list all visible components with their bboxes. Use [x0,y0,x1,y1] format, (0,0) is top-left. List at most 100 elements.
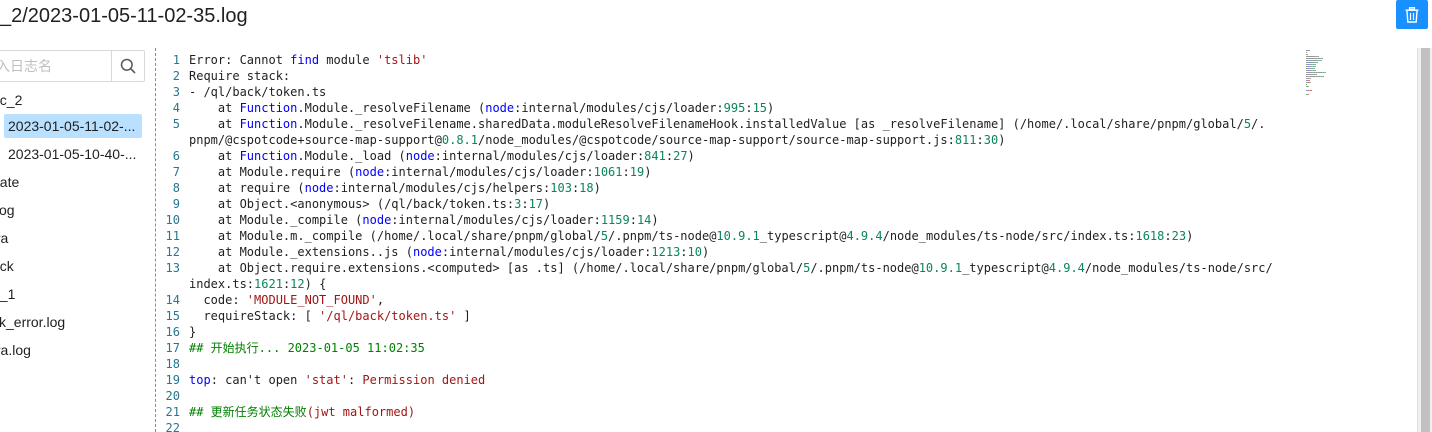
delete-button[interactable] [1396,0,1428,29]
log-token: 30 [983,133,999,147]
log-search-input[interactable] [0,51,111,81]
log-file-title: c_2/2023-01-05-11-02-35.log [0,5,248,27]
log-line-text: at Function.Module._resolveFilename (nod… [189,100,774,116]
minimap-mark [1307,94,1309,95]
log-token: 4.9.4 [846,229,883,243]
log-token: 'stat' [304,373,348,387]
log-tree-node[interactable]: sk_error.log [0,310,65,334]
log-line: 8 at require (node:internal/modules/cjs/… [158,180,1298,196]
editor-scrollbar-thumb[interactable] [1421,48,1430,432]
log-tree-node[interactable]: tra.log [0,338,31,362]
log-token: :internal/modules/cjs/loader: [391,213,601,227]
log-tree-node[interactable]: 2023-01-05-10-40-... [8,142,136,166]
log-token: _typescript@ [962,261,1049,275]
log-token: : [629,213,637,227]
log-header: c_2/2023-01-05-11-02-35.log [0,0,1432,34]
log-line: 6 at Function.Module._load (node:interna… [158,148,1298,164]
minimap-mark [1315,64,1316,65]
log-tree-node[interactable]: date [0,170,19,194]
log-token: at [189,149,240,163]
log-token: code: [189,293,247,307]
log-token: ) [543,197,551,211]
line-number: 14 [165,293,180,307]
log-line: 13 at Object.require.extensions.<compute… [158,260,1298,276]
log-token: ## 更新任务状态失败 [189,405,307,419]
log-line-text: ## 开始执行... 2023-01-05 11:02:35 [189,340,425,356]
minimap-mark [1314,68,1315,69]
minimap-mark [1308,58,1321,59]
log-token: .Module._load ( [297,149,406,163]
log-token: at require ( [189,181,305,195]
log-line-text: pnpm/@cspotcode+source-map-support@0.8.1… [189,132,1005,148]
log-token: pnpm/@cspotcode+source-map-support@ [189,133,442,147]
log-tree-node[interactable]: p_1 [0,282,15,306]
log-token: Error: Cannot [189,53,291,67]
log-token: :internal/modules/cjs/loader: [384,165,594,179]
line-number: 10 [165,213,180,227]
log-search-button[interactable] [111,50,145,82]
line-number: 17 [165,341,180,355]
log-token: , [376,293,385,307]
log-line: 14 code: 'MODULE_NOT_FOUND', [158,292,1298,308]
line-number: 22 [165,421,180,432]
log-token: /.pnpm/ts-node@ [608,229,717,243]
log-line-text: code: 'MODULE_NOT_FOUND', [189,292,384,308]
log-token: 19 [629,165,645,179]
line-number: 5 [172,117,180,131]
log-content-editor[interactable]: 1 Error: Cannot find module 'tslib' 2 Requi… [158,48,1432,432]
log-line: 17 ## 开始执行... 2023-01-05 11:02:35 [158,340,1298,356]
log-token: : [521,197,529,211]
log-line-text: at Object.require.extensions.<computed> … [189,260,1273,276]
log-token: at Object.require.extensions.<computed> … [189,261,804,275]
log-token: node [405,149,435,163]
line-number: 12 [165,245,180,259]
minimap-mark [1311,60,1318,61]
log-line: 7 at Module.require (node:internal/modul… [158,164,1298,180]
log-token: ## 开始执行... 2023-01-05 11:02:35 [189,341,425,355]
log-token: 1213 [651,245,681,259]
minimap-mark [1317,62,1318,63]
sidebar-divider [155,48,156,432]
log-token: Permission denied [362,373,486,387]
log-line-text: Require stack: [189,68,290,84]
log-token: : [347,373,363,387]
log-tree-node-label: 2023-01-05-11-02-... [8,118,136,134]
minimap-mark [1306,86,1309,87]
log-token: 14 [636,213,652,227]
log-tree-node[interactable]: tra [0,226,8,250]
log-line-text: at Function.Module._resolveFilename.shar… [189,116,1266,132]
log-line: 2 Require stack: [158,68,1298,84]
minimap-mark [1306,54,1308,55]
log-tree-node-label: tra.log [0,342,31,358]
log-token: ) [701,245,710,259]
log-tree-node[interactable]: eck [0,254,14,278]
log-line-text: index.ts:1621:12) { [189,276,326,292]
log-tree-node-label: nc_2 [0,92,23,108]
log-line: 12 at Module._extensions..js (node:inter… [158,244,1298,260]
log-token: 'tslib' [376,53,428,67]
log-tree-node[interactable]: .log [0,198,15,222]
log-search [0,50,145,82]
editor-minimap[interactable] [1304,48,1416,432]
log-line-text: at Module._extensions..js (node:internal… [189,244,709,260]
log-line: 18 [158,356,1298,372]
search-icon [120,58,136,74]
log-token: 841 [644,149,666,163]
log-line-text: Error: Cannot find module 'tslib' [189,52,427,68]
log-line-text: at Object.<anonymous> (/ql/back/token.ts… [189,196,550,212]
log-token: .Module._resolveFilename.sharedData.modu… [297,117,1244,131]
log-tree-node[interactable]: 2023-01-05-11-02-... [4,114,142,138]
log-token: 1618 [1135,229,1165,243]
line-number: 4 [172,101,180,115]
log-line: 3 - /ql/back/token.ts [158,84,1298,100]
log-token: at Module._compile ( [189,213,363,227]
log-token: - /ql/back/token.ts [189,85,327,99]
log-line-wrap: pnpm/@cspotcode+source-map-support@0.8.1… [158,132,1298,148]
log-token: 23 [1171,229,1187,243]
log-tree-node[interactable]: nc_2 [0,88,22,112]
log-token: 1621 [254,277,283,291]
editor-scrollbar[interactable] [1417,48,1432,432]
log-token: ) [1186,229,1194,243]
log-token: /. [1251,117,1266,131]
line-number: 16 [165,325,180,339]
